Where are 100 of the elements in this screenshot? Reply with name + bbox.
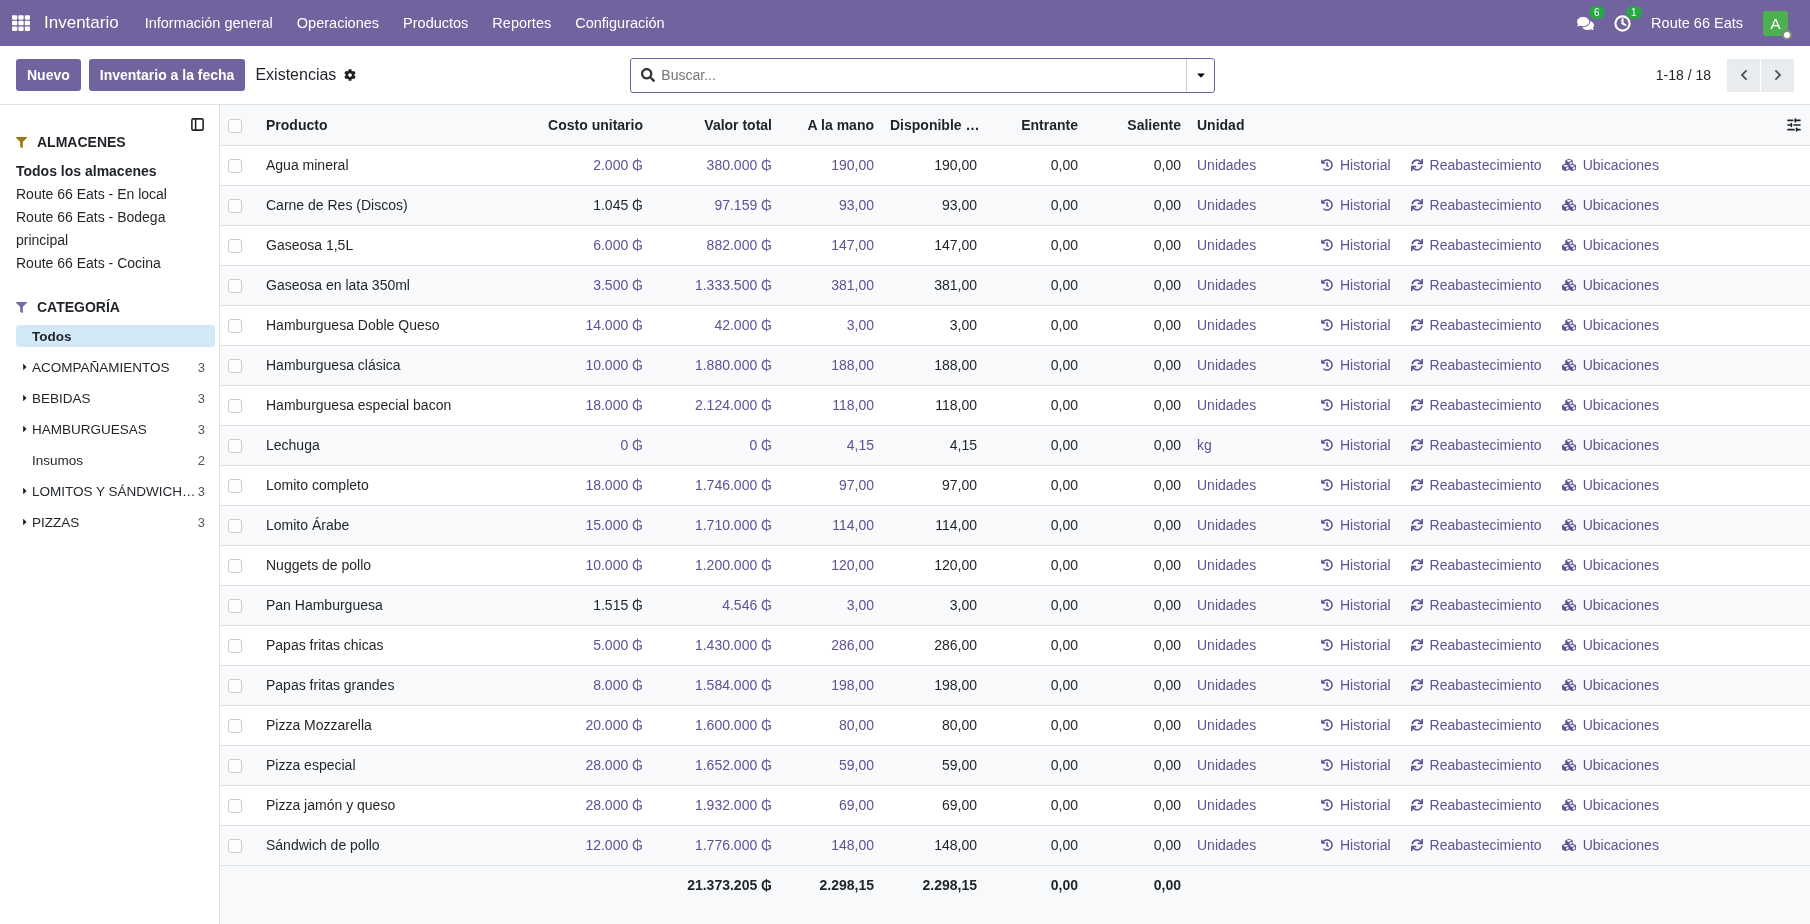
row-action-link[interactable]: Reabastecimiento <box>1410 357 1542 373</box>
category-filter-item[interactable]: LOMITOS Y SÁNDWICH… 3 <box>16 480 215 502</box>
row-action-link[interactable]: Ubicaciones <box>1561 237 1659 253</box>
column-header[interactable]: Disponible … <box>882 105 985 145</box>
row-action-link[interactable]: Historial <box>1321 677 1391 693</box>
row-action-link[interactable]: Historial <box>1321 357 1391 373</box>
row-action-link[interactable]: Reabastecimiento <box>1410 317 1542 333</box>
row-checkbox[interactable] <box>228 319 242 334</box>
row-action-link[interactable]: Ubicaciones <box>1561 797 1659 813</box>
row-action-link[interactable]: Reabastecimiento <box>1410 757 1542 773</box>
row-action-link[interactable]: Reabastecimiento <box>1410 717 1542 733</box>
category-filter-item[interactable]: Insumos 2 <box>16 449 215 471</box>
column-header[interactable]: Unidad <box>1189 105 1289 145</box>
row-action-link[interactable]: Ubicaciones <box>1561 397 1659 413</box>
category-filter-item[interactable]: PIZZAS 3 <box>16 511 215 533</box>
row-action-link[interactable]: Reabastecimiento <box>1410 437 1542 453</box>
category-filter-item[interactable]: Todos <box>16 325 215 347</box>
row-action-link[interactable]: Ubicaciones <box>1561 557 1659 573</box>
category-filter-item[interactable]: HAMBURGUESAS 3 <box>16 418 215 440</box>
nav-menu-item[interactable]: Productos <box>393 15 479 31</box>
row-action-link[interactable]: Ubicaciones <box>1561 517 1659 533</box>
row-action-link[interactable]: Ubicaciones <box>1561 597 1659 613</box>
row-action-link[interactable]: Historial <box>1321 637 1391 653</box>
pager-value[interactable]: 1-18 / 18 <box>1655 67 1711 83</box>
sidebar-toggle-icon[interactable] <box>190 117 205 132</box>
row-action-link[interactable]: Historial <box>1321 277 1391 293</box>
row-action-link[interactable]: Historial <box>1321 837 1391 853</box>
row-action-link[interactable]: Historial <box>1321 157 1391 173</box>
row-checkbox[interactable] <box>228 159 242 174</box>
row-action-link[interactable]: Reabastecimiento <box>1410 197 1542 213</box>
row-action-link[interactable]: Historial <box>1321 437 1391 453</box>
row-checkbox[interactable] <box>228 839 242 854</box>
nav-menu-item[interactable]: Configuración <box>565 15 675 31</box>
warehouse-filter-item[interactable]: Todos los almacenes <box>16 160 215 183</box>
row-action-link[interactable]: Reabastecimiento <box>1410 237 1542 253</box>
sliders-icon[interactable] <box>1786 117 1802 134</box>
row-action-link[interactable]: Reabastecimiento <box>1410 277 1542 293</box>
row-action-link[interactable]: Ubicaciones <box>1561 477 1659 493</box>
row-action-link[interactable]: Historial <box>1321 197 1391 213</box>
row-action-link[interactable]: Historial <box>1321 477 1391 493</box>
inventory-at-date-button[interactable]: Inventario a la fecha <box>88 59 246 91</box>
row-checkbox[interactable] <box>228 279 242 294</box>
warehouse-filter-item[interactable]: Route 66 Eats - Bodega principal <box>16 206 215 252</box>
row-action-link[interactable]: Ubicaciones <box>1561 157 1659 173</box>
row-action-link[interactable]: Ubicaciones <box>1561 437 1659 453</box>
settings-icon[interactable] <box>344 69 357 81</box>
row-checkbox[interactable] <box>228 679 242 694</box>
row-checkbox[interactable] <box>228 359 242 374</box>
row-action-link[interactable]: Ubicaciones <box>1561 317 1659 333</box>
row-action-link[interactable]: Historial <box>1321 237 1391 253</box>
row-checkbox[interactable] <box>228 799 242 814</box>
row-action-link[interactable]: Historial <box>1321 757 1391 773</box>
column-header[interactable]: Saliente <box>1086 105 1189 145</box>
row-action-link[interactable]: Reabastecimiento <box>1410 557 1542 573</box>
row-action-link[interactable]: Reabastecimiento <box>1410 677 1542 693</box>
row-action-link[interactable]: Ubicaciones <box>1561 637 1659 653</box>
next-page-button[interactable] <box>1761 58 1794 92</box>
column-header[interactable]: Costo unitario <box>488 105 651 145</box>
warehouse-filter-item[interactable]: Route 66 Eats - En local <box>16 183 215 206</box>
row-checkbox[interactable] <box>228 639 242 654</box>
row-action-link[interactable]: Reabastecimiento <box>1410 477 1542 493</box>
nav-menu-item[interactable]: Información general <box>134 15 283 31</box>
clock-icon[interactable] <box>1614 14 1632 32</box>
row-action-link[interactable]: Historial <box>1321 717 1391 733</box>
column-header[interactable]: Valor total <box>651 105 780 145</box>
row-action-link[interactable]: Reabastecimiento <box>1410 157 1542 173</box>
nav-menu-item[interactable]: Reportes <box>482 15 562 31</box>
apps-grid-icon[interactable] <box>12 14 30 32</box>
row-checkbox[interactable] <box>228 479 242 494</box>
new-button[interactable]: Nuevo <box>16 59 81 91</box>
category-filter-item[interactable]: BEBIDAS 3 <box>16 387 215 409</box>
row-action-link[interactable]: Historial <box>1321 397 1391 413</box>
row-action-link[interactable]: Ubicaciones <box>1561 837 1659 853</box>
row-checkbox[interactable] <box>228 559 242 574</box>
row-checkbox[interactable] <box>228 399 242 414</box>
row-action-link[interactable]: Reabastecimiento <box>1410 597 1542 613</box>
chat-icon[interactable] <box>1577 14 1595 32</box>
row-action-link[interactable]: Historial <box>1321 317 1391 333</box>
select-all-checkbox[interactable] <box>228 118 242 133</box>
row-checkbox[interactable] <box>228 599 242 614</box>
row-action-link[interactable]: Reabastecimiento <box>1410 837 1542 853</box>
row-checkbox[interactable] <box>228 519 242 534</box>
company-name[interactable]: Route 66 Eats <box>1651 15 1743 31</box>
row-action-link[interactable]: Historial <box>1321 797 1391 813</box>
warehouse-filter-item[interactable]: Route 66 Eats - Cocina <box>16 252 215 275</box>
nav-menu-item[interactable]: Operaciones <box>286 15 390 31</box>
row-action-link[interactable]: Ubicaciones <box>1561 277 1659 293</box>
row-action-link[interactable]: Historial <box>1321 517 1391 533</box>
row-action-link[interactable]: Reabastecimiento <box>1410 797 1542 813</box>
row-checkbox[interactable] <box>228 199 242 214</box>
column-header[interactable]: A la mano <box>780 105 882 145</box>
app-name[interactable]: Inventario <box>44 13 119 33</box>
row-action-link[interactable]: Reabastecimiento <box>1410 397 1542 413</box>
row-checkbox[interactable] <box>228 239 242 254</box>
row-action-link[interactable]: Ubicaciones <box>1561 757 1659 773</box>
row-action-link[interactable]: Historial <box>1321 597 1391 613</box>
category-filter-item[interactable]: ACOMPAÑAMIENTOS 3 <box>16 356 215 378</box>
row-action-link[interactable]: Historial <box>1321 557 1391 573</box>
row-checkbox[interactable] <box>228 439 242 454</box>
row-action-link[interactable]: Ubicaciones <box>1561 197 1659 213</box>
